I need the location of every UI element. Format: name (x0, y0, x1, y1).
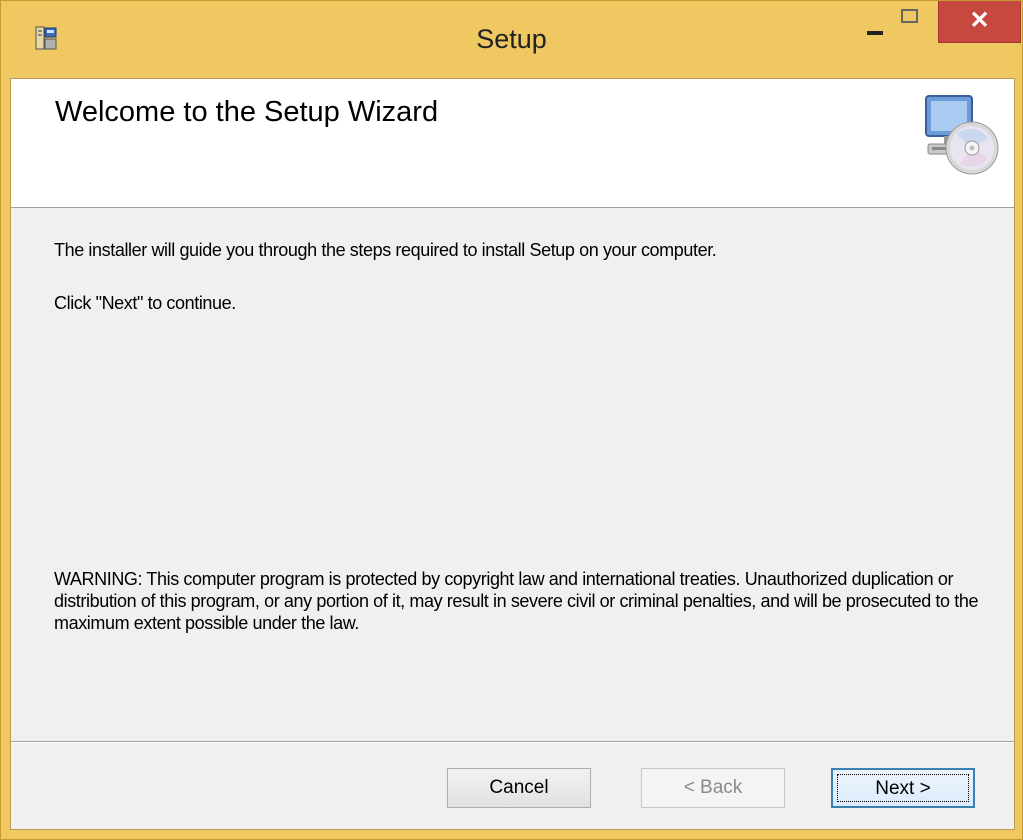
minimize-icon (867, 31, 883, 35)
computer-cd-icon (916, 90, 1000, 180)
copyright-warning: WARNING: This computer program is protec… (54, 569, 979, 633)
maximize-icon (901, 9, 918, 23)
maximize-button[interactable] (893, 1, 927, 43)
close-icon: ✕ (969, 7, 990, 34)
wizard-content: Welcome to the Setup Wizard The installe… (10, 78, 1015, 830)
page-title: Welcome to the Setup Wizard (55, 96, 439, 128)
next-button[interactable]: Next > (831, 768, 975, 808)
installer-app-icon (34, 25, 58, 51)
wizard-banner: Welcome to the Setup Wizard (11, 79, 1014, 208)
next-button-label: Next > (875, 778, 931, 799)
button-separator (11, 741, 1014, 743)
setup-window: Setup ✕ Welcome to the Setup Wizard The … (0, 0, 1023, 840)
intro-text: The installer will guide you through the… (54, 240, 717, 260)
back-button[interactable]: < Back (641, 768, 785, 808)
cancel-button[interactable]: Cancel (447, 768, 591, 808)
instruction-text: Click "Next" to continue. (54, 293, 236, 313)
close-button[interactable]: ✕ (938, 1, 1021, 43)
minimize-button[interactable] (859, 1, 893, 43)
title-bar[interactable]: Setup ✕ (1, 1, 1022, 77)
